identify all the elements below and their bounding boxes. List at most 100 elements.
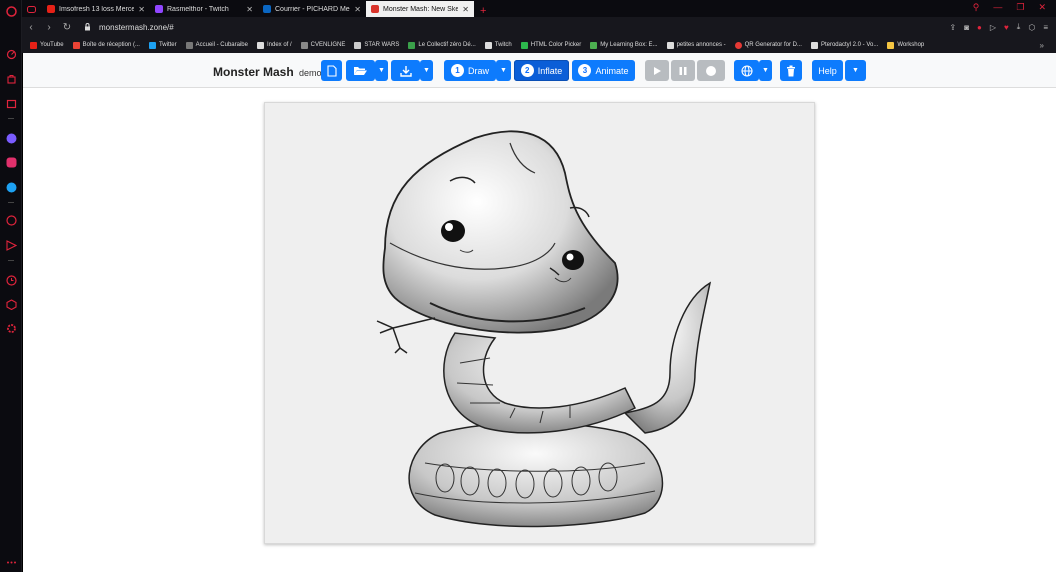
tab-title: Courrier - PICHARD Mehdi — [275, 5, 350, 13]
play-button[interactable] — [645, 60, 669, 81]
bookmark[interactable]: petites annonces - — [666, 41, 726, 49]
close-tab-icon[interactable]: ✕ — [138, 5, 145, 14]
history-icon[interactable] — [5, 274, 17, 286]
download-dropdown[interactable]: ▼ — [420, 60, 433, 81]
opera-logo-icon[interactable] — [5, 5, 17, 17]
youtube-icon — [30, 41, 37, 49]
more-options-icon[interactable] — [5, 556, 17, 568]
minimize-icon[interactable]: — — [993, 2, 1002, 13]
back-icon[interactable]: ‹ — [22, 22, 40, 33]
inflate-button[interactable]: 2 Inflate — [514, 60, 569, 81]
folder-open-icon — [354, 67, 367, 75]
tab[interactable]: Courrier - PICHARD Mehdi ✕ — [258, 1, 366, 17]
bookmark[interactable]: HTML Color Picker — [520, 41, 582, 49]
adblock-icon[interactable]: ● — [977, 23, 982, 32]
close-tab-icon[interactable]: ✕ — [354, 5, 361, 14]
bookmark-label: Workshop — [897, 42, 925, 48]
new-file-button[interactable] — [321, 60, 342, 81]
help-dropdown[interactable]: ▼ — [845, 60, 866, 81]
heart-icon[interactable]: ♥ — [1004, 23, 1009, 32]
animate-button[interactable]: 3 Animate — [572, 60, 635, 81]
bookmark[interactable]: Workshop — [887, 41, 925, 49]
open-file-button[interactable] — [346, 60, 375, 81]
bookmark-label: Index of / — [266, 42, 292, 48]
extensions-icon[interactable] — [5, 298, 17, 310]
workspace-icon[interactable] — [22, 1, 42, 17]
new-file-icon — [326, 64, 337, 77]
chevron-down-icon: ▼ — [500, 67, 507, 74]
reload-icon[interactable]: ↻ — [58, 22, 76, 33]
pause-icon — [679, 66, 687, 75]
bookmark[interactable]: QR Generator for D... — [734, 41, 802, 49]
download-icon[interactable]: ⤓ — [1017, 22, 1021, 32]
delete-button[interactable] — [780, 60, 802, 81]
twitch-icon[interactable] — [5, 98, 17, 110]
restore-icon[interactable]: ❐ — [1016, 2, 1024, 13]
menu-icon[interactable]: ≡ — [1043, 23, 1048, 32]
tab[interactable]: Rasmelthor - Twitch ✕ — [150, 1, 258, 17]
workshop-icon — [887, 41, 895, 49]
tab-bar: Imsofresh 13 loss Mercenai ✕ Rasmelthor … — [22, 0, 1056, 17]
bookmark-label: HTML Color Picker — [530, 42, 582, 48]
bookmark-label: petites annonces - — [676, 42, 726, 48]
flow-icon[interactable]: ▷ — [990, 23, 996, 32]
instagram-icon[interactable] — [5, 156, 17, 168]
messenger-icon[interactable] — [5, 132, 17, 144]
color-picker-icon — [520, 41, 528, 49]
close-tab-icon[interactable]: ✕ — [462, 5, 469, 14]
bookmark[interactable]: CVENLIGNE — [300, 41, 345, 49]
twitter-icon[interactable] — [5, 181, 17, 193]
bookmark[interactable]: YouTube — [30, 41, 64, 49]
bookmark[interactable]: Twitter — [148, 41, 177, 49]
tab-title: Imsofresh 13 loss Mercenai — [59, 5, 135, 13]
bookmarks-overflow-icon[interactable]: » — [1040, 41, 1044, 50]
help-button[interactable]: Help — [812, 60, 843, 81]
bookmark-label: Twitch — [494, 42, 512, 48]
language-button[interactable] — [734, 60, 759, 81]
send-icon[interactable] — [5, 239, 17, 251]
bookmark[interactable]: Twitch — [484, 41, 512, 49]
bookmark[interactable]: Index of / — [256, 41, 292, 49]
close-tab-icon[interactable]: ✕ — [246, 5, 253, 14]
lock-icon — [85, 23, 90, 31]
player-icon[interactable] — [5, 214, 17, 226]
browser-sidebar — [0, 0, 22, 572]
bookmark[interactable]: My Learning Box: E... — [590, 41, 658, 49]
outlook-favicon-icon — [263, 5, 271, 13]
new-tab-icon[interactable]: + — [474, 5, 492, 17]
forward-icon[interactable]: › — [40, 22, 58, 33]
download-button[interactable] — [391, 60, 420, 81]
bookmark[interactable]: Pterodactyl 2.0 - Vo... — [810, 41, 878, 49]
close-window-icon[interactable]: ✕ — [1038, 2, 1046, 13]
speed-dial-icon[interactable] — [5, 48, 17, 60]
pause-button[interactable] — [671, 60, 695, 81]
bookmark[interactable]: STAR WARS — [354, 41, 400, 49]
globe-icon — [185, 41, 193, 49]
draw-button[interactable]: 1 Draw — [444, 60, 496, 81]
shopping-bag-icon[interactable] — [5, 72, 17, 84]
qr-icon — [734, 41, 742, 49]
camera-icon[interactable]: ◙ — [964, 23, 969, 32]
bookmark-label: Boîte de réception (... — [82, 42, 140, 48]
youtube-favicon-icon — [47, 5, 55, 13]
url-field[interactable]: monstermash.zone/# — [84, 23, 174, 32]
cube-icon[interactable]: ⬡ — [1028, 23, 1035, 32]
draw-dropdown[interactable]: ▼ — [496, 60, 511, 81]
bookmark[interactable]: Accueil - Cubaraibe — [185, 41, 248, 49]
tab-active[interactable]: Monster Mash: New Sketch ✕ — [366, 1, 474, 17]
open-file-dropdown[interactable]: ▼ — [375, 60, 388, 81]
3d-canvas[interactable] — [264, 102, 815, 544]
tab-title: Rasmelthor - Twitch — [167, 5, 229, 13]
share-icon[interactable]: ⇪ — [950, 23, 957, 32]
bookmark-label: Twitter — [158, 42, 177, 48]
bookmark-label: YouTube — [40, 42, 64, 48]
search-tabs-icon[interactable]: ⚲ — [973, 2, 980, 13]
settings-gear-icon[interactable] — [5, 322, 17, 334]
collectif-icon — [408, 41, 416, 49]
bookmark-label: STAR WARS — [364, 42, 400, 48]
record-button[interactable] — [697, 60, 725, 81]
tab[interactable]: Imsofresh 13 loss Mercenai ✕ — [42, 1, 150, 17]
bookmark[interactable]: Boîte de réception (... — [72, 41, 140, 49]
language-dropdown[interactable]: ▼ — [759, 60, 772, 81]
bookmark[interactable]: Le Collectif zéro Dé... — [408, 41, 476, 49]
